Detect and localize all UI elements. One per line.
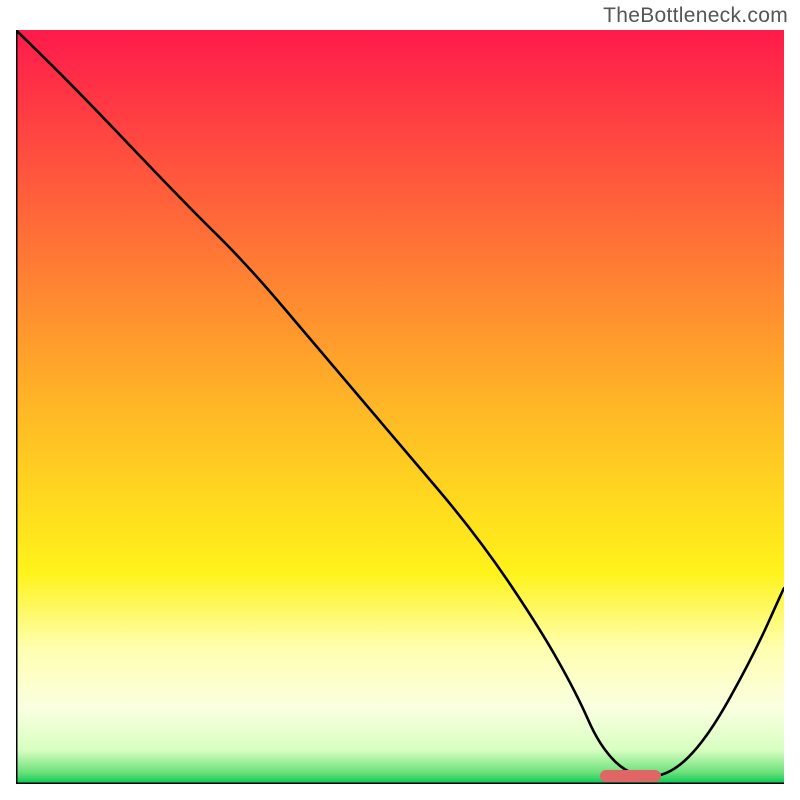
gradient-background [16,30,784,784]
chart-plot-area [16,30,784,784]
optimal-range-marker [600,770,661,782]
watermark-text: TheBottleneck.com [603,4,788,28]
